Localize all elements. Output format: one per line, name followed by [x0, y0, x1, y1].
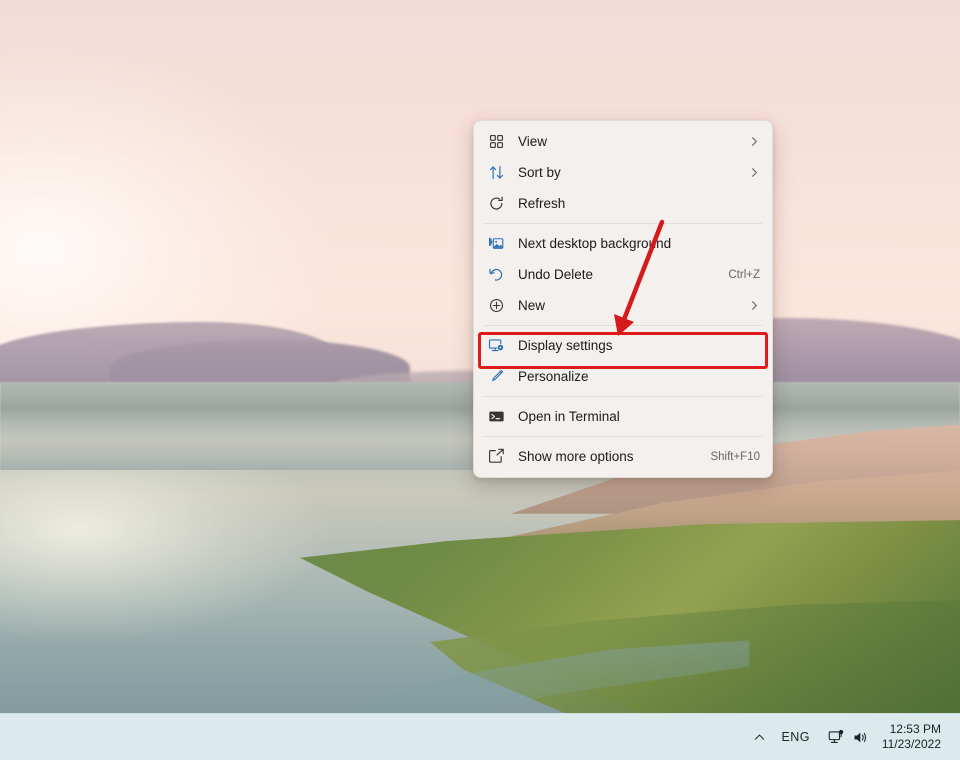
desktop-context-menu[interactable]: View Sort by Refresh Next desktop backgroun…: [473, 120, 773, 478]
menu-item-label: Personalize: [518, 369, 760, 384]
show-hidden-icons-button[interactable]: [746, 720, 773, 754]
next-wallpaper-icon: [486, 234, 506, 254]
clock-date: 11/23/2022: [882, 737, 941, 752]
taskbar[interactable]: ENG 12:53 PM 11/23/2022: [0, 713, 960, 760]
grid-view-icon: [486, 132, 506, 152]
show-more-icon: [486, 447, 506, 467]
menu-separator: [484, 396, 762, 397]
menu-item-open-in-terminal[interactable]: Open in Terminal: [474, 401, 772, 432]
refresh-icon: [486, 194, 506, 214]
language-label: ENG: [782, 730, 810, 744]
volume-icon: [852, 729, 869, 746]
menu-item-label: Show more options: [518, 449, 698, 464]
menu-separator: [484, 223, 762, 224]
menu-item-view[interactable]: View: [474, 126, 772, 157]
menu-separator: [484, 436, 762, 437]
sort-arrows-icon: [486, 163, 506, 183]
menu-item-next-desktop-background[interactable]: Next desktop background: [474, 228, 772, 259]
desktop-screen: View Sort by Refresh Next desktop backgroun…: [0, 0, 960, 760]
menu-item-refresh[interactable]: Refresh: [474, 188, 772, 219]
menu-group: Display settings Personalize: [474, 329, 772, 393]
menu-item-label: New: [518, 298, 738, 313]
menu-item-label: Open in Terminal: [518, 409, 760, 424]
menu-separator: [484, 325, 762, 326]
system-tray: ENG 12:53 PM 11/23/2022: [746, 714, 960, 760]
terminal-icon: [486, 407, 506, 427]
menu-item-label: View: [518, 134, 738, 149]
menu-item-label: Refresh: [518, 196, 760, 211]
menu-item-show-more-options[interactable]: Show more options Shift+F10: [474, 441, 772, 472]
menu-item-label: Next desktop background: [518, 236, 760, 251]
menu-item-display-settings[interactable]: Display settings: [474, 330, 772, 361]
menu-item-sort-by[interactable]: Sort by: [474, 157, 772, 188]
menu-item-personalize[interactable]: Personalize: [474, 361, 772, 392]
taskbar-clock[interactable]: 12:53 PM 11/23/2022: [878, 720, 950, 754]
network-monitor-icon: [828, 729, 845, 746]
plus-circle-icon: [486, 296, 506, 316]
tray-status-icons[interactable]: [819, 720, 878, 754]
chevron-right-icon: [748, 167, 760, 179]
menu-group: Next desktop background Undo Delete Ctrl+Z…: [474, 227, 772, 322]
chevron-right-icon: [748, 300, 760, 312]
menu-item-shortcut: Shift+F10: [710, 451, 760, 463]
chevron-right-icon: [748, 136, 760, 148]
undo-icon: [486, 265, 506, 285]
language-indicator[interactable]: ENG: [773, 720, 819, 754]
menu-group: Show more options Shift+F10: [474, 440, 772, 473]
menu-item-shortcut: Ctrl+Z: [728, 269, 760, 281]
menu-item-label: Undo Delete: [518, 267, 716, 282]
paint-brush-icon: [486, 367, 506, 387]
menu-item-label: Display settings: [518, 338, 760, 353]
menu-group: View Sort by Refresh: [474, 125, 772, 220]
menu-item-new[interactable]: New: [474, 290, 772, 321]
monitor-gear-icon: [486, 336, 506, 356]
menu-item-label: Sort by: [518, 165, 738, 180]
menu-group: Open in Terminal: [474, 400, 772, 433]
menu-item-undo-delete[interactable]: Undo Delete Ctrl+Z: [474, 259, 772, 290]
clock-time: 12:53 PM: [890, 722, 941, 737]
chevron-up-icon: [753, 731, 766, 744]
